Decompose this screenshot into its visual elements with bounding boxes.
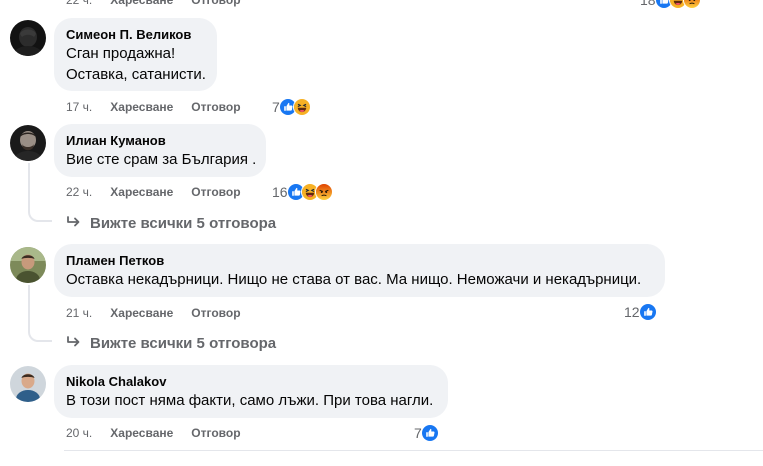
like-action[interactable]: Харесване <box>110 424 173 442</box>
avatar[interactable] <box>10 366 46 402</box>
comment-author[interactable]: Илиан Куманов <box>66 132 254 149</box>
angry-icon <box>314 183 333 201</box>
comment-bubble: Илиан Куманов Вие сте срам за България . <box>54 124 266 177</box>
like-icon <box>420 424 439 442</box>
thread-line <box>28 285 30 329</box>
angry-icon <box>682 0 701 9</box>
reaction-summary[interactable]: 16 <box>272 182 333 202</box>
reaction-count: 18 <box>640 0 656 8</box>
reply-action[interactable]: Отговор <box>191 424 240 442</box>
comment-bubble: Nikola Chalakov В този пост няма факти, … <box>54 365 448 418</box>
reply-arrow-icon <box>66 215 82 232</box>
reaction-summary[interactable]: 7 <box>414 423 439 443</box>
reply-action[interactable]: Отговор <box>191 0 240 9</box>
reply-action[interactable]: Отговор <box>191 183 240 201</box>
comment-text-line: Сган продажна! <box>66 45 176 62</box>
reaction-summary[interactable]: 18 <box>640 0 701 10</box>
view-replies-link[interactable]: Вижте всички 5 отговора <box>66 213 276 233</box>
comment-time[interactable]: 17 ч. <box>66 98 92 116</box>
like-action[interactable]: Харесване <box>110 183 173 201</box>
thread-line <box>28 163 30 209</box>
thread-line <box>28 325 52 342</box>
haha-icon <box>292 98 311 116</box>
avatar[interactable] <box>10 247 46 283</box>
comment-author[interactable]: Пламен Петков <box>66 252 653 269</box>
reply-action[interactable]: Отговор <box>191 304 240 322</box>
view-replies-label: Вижте всички 5 отговора <box>90 214 277 232</box>
view-replies-link[interactable]: Вижте всички 5 отговора <box>66 333 276 353</box>
comment-time[interactable]: 21 ч. <box>66 304 92 322</box>
comment-author[interactable]: Nikola Chalakov <box>66 373 436 390</box>
thread-line <box>28 205 52 222</box>
reaction-summary[interactable]: 7 <box>272 97 311 117</box>
reply-action[interactable]: Отговор <box>191 98 240 116</box>
comment-time[interactable]: 22 ч. <box>66 0 92 9</box>
comment-actions: 21 ч. Харесване Отговор <box>66 304 241 322</box>
comment-bubble: Пламен Петков Оставка некадърници. Нищо … <box>54 244 665 297</box>
reaction-summary[interactable]: 12 <box>624 302 657 322</box>
reply-arrow-icon <box>66 335 82 352</box>
comment-actions: 17 ч. Харесване Отговор <box>66 98 241 116</box>
reaction-count: 12 <box>624 304 640 320</box>
like-action[interactable]: Харесване <box>110 98 173 116</box>
view-replies-label: Вижте всички 5 отговора <box>90 334 277 352</box>
comment-actions: 22 ч. Харесване Отговор <box>66 0 241 9</box>
comment-actions: 22 ч. Харесване Отговор <box>66 183 241 201</box>
avatar[interactable] <box>10 125 46 161</box>
like-action[interactable]: Харесване <box>110 304 173 322</box>
divider <box>64 450 763 451</box>
comment-text-line: В този пост няма факти, само лъжи. При т… <box>66 392 434 409</box>
comment-bubble: Симеон П. Великов Сган продажна! Оставка… <box>54 18 217 91</box>
comment-text-line: Вие сте срам за България . <box>66 151 257 168</box>
like-action[interactable]: Харесване <box>110 0 173 9</box>
comment-actions: 20 ч. Харесване Отговор <box>66 424 241 442</box>
reaction-count: 16 <box>272 184 288 200</box>
avatar[interactable] <box>10 20 46 56</box>
like-icon <box>638 303 657 321</box>
comment-text-line: Оставка, сатанисти. <box>66 66 206 83</box>
comment-time[interactable]: 20 ч. <box>66 424 92 442</box>
comment-time[interactable]: 22 ч. <box>66 183 92 201</box>
comment-author[interactable]: Симеон П. Великов <box>66 26 205 43</box>
comment-text-line: Оставка некадърници. Нищо не става от ва… <box>66 271 642 288</box>
